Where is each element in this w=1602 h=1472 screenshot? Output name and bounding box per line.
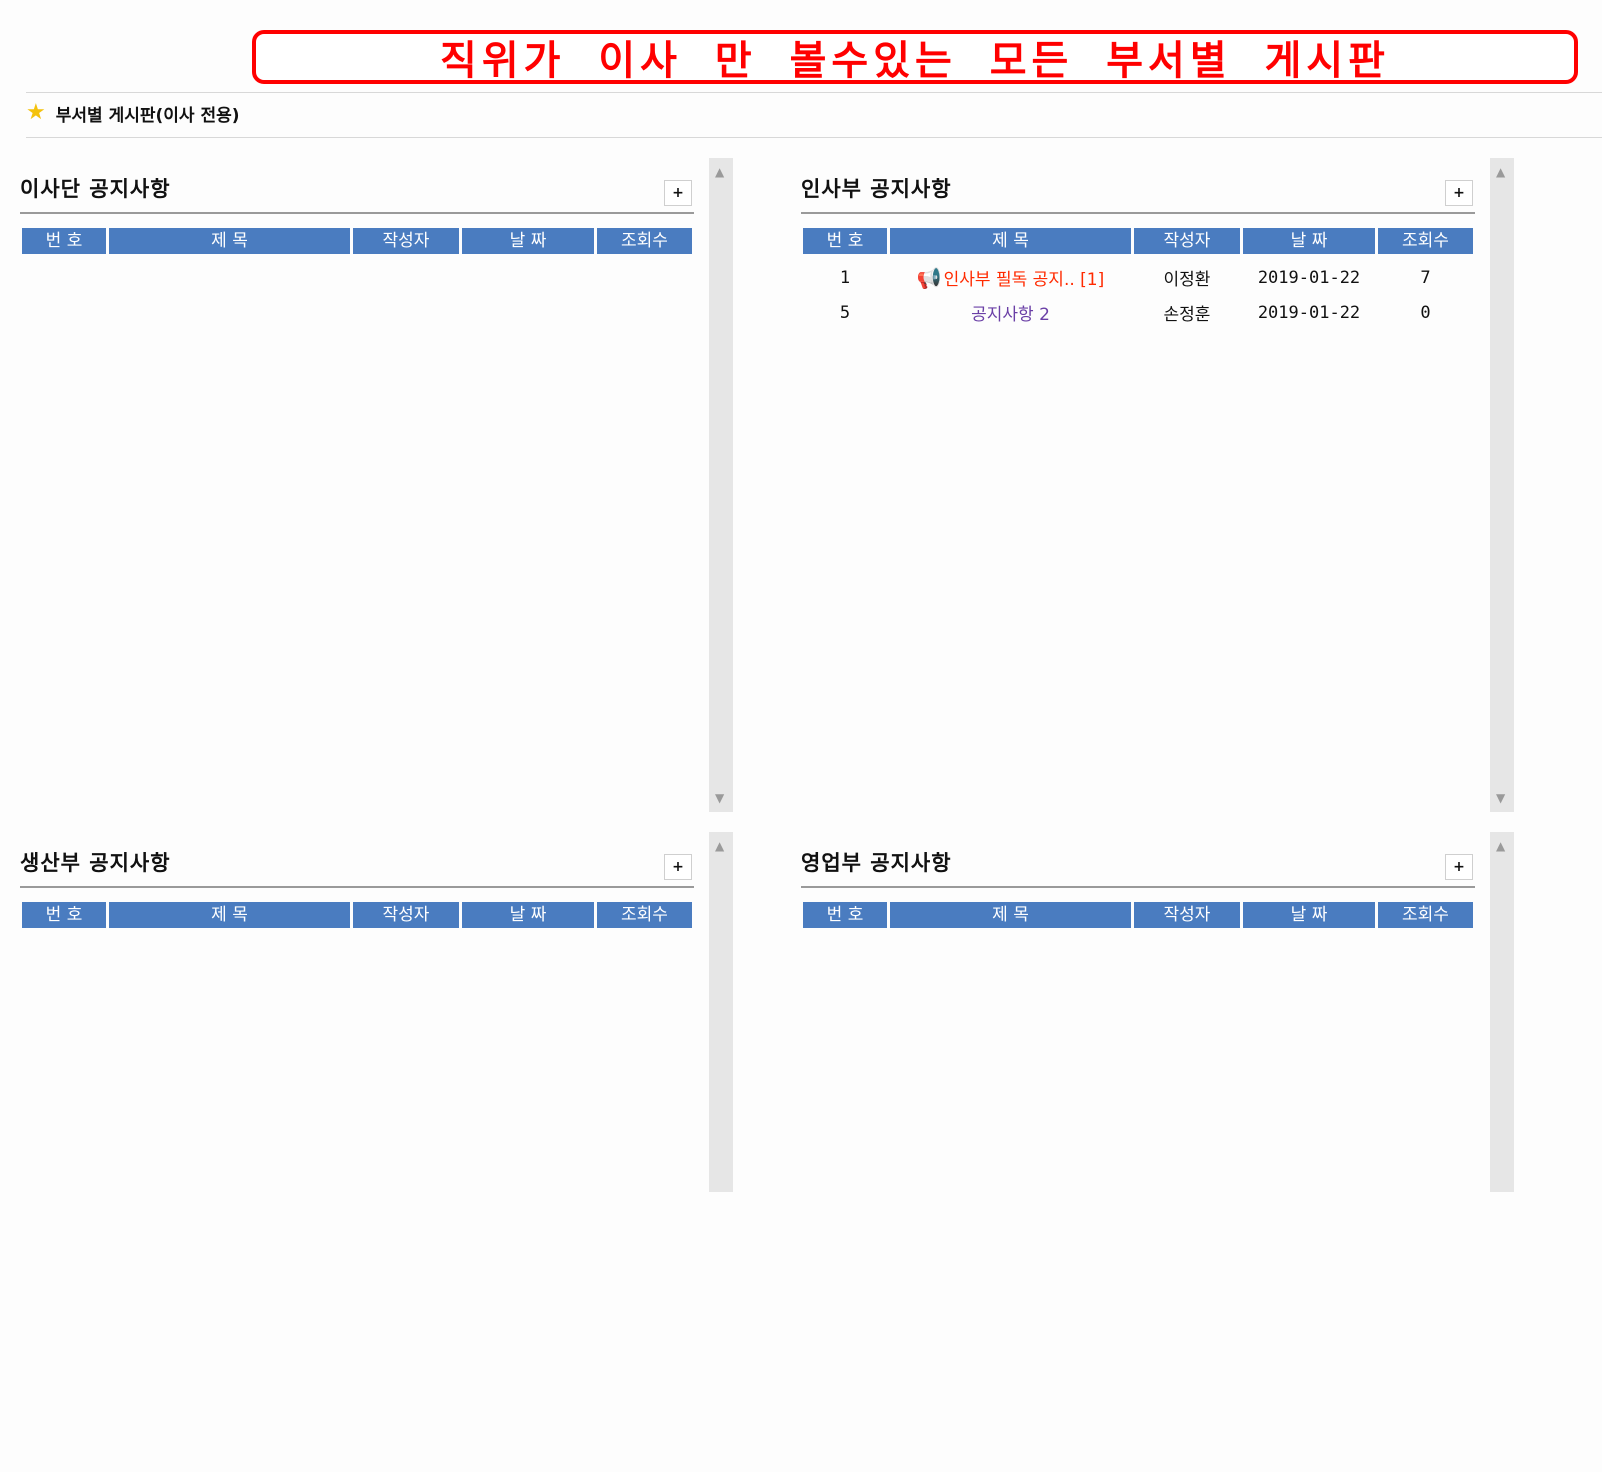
col-header-number: 번 호 xyxy=(803,902,887,928)
col-header-subject: 제 목 xyxy=(109,228,350,254)
col-header-subject: 제 목 xyxy=(890,228,1131,254)
cell-views: 0 xyxy=(1420,302,1431,323)
col-header-views: 조회수 xyxy=(1378,902,1473,928)
more-button[interactable]: + xyxy=(664,180,692,206)
table-body: 1 📢 인사부 필독 공지.. [1] 이정환 2019-01-22 7 5 공지… xyxy=(803,260,1473,330)
divider xyxy=(801,886,1475,888)
board-panel-executive: 이사단 공지사항 + 번 호 제 목 작성자 날 짜 조회수 xyxy=(20,158,694,798)
col-header-number: 번 호 xyxy=(22,228,106,254)
col-header-date: 날 짜 xyxy=(1243,902,1375,928)
cell-date: 2019-01-22 xyxy=(1257,267,1361,288)
col-header-number: 번 호 xyxy=(803,228,887,254)
col-header-author: 작성자 xyxy=(353,902,459,928)
col-header-number: 번 호 xyxy=(22,902,106,928)
table-header: 번 호 제 목 작성자 날 짜 조회수 xyxy=(22,902,692,928)
scrollbar[interactable]: ▲ xyxy=(1490,832,1514,1192)
col-header-author: 작성자 xyxy=(353,228,459,254)
board-panel-hr: 인사부 공지사항 + 번 호 제 목 작성자 날 짜 조회수 1 📢 인사부 필독… xyxy=(801,158,1475,798)
more-button[interactable]: + xyxy=(1445,180,1473,206)
arrow-down-icon[interactable]: ▼ xyxy=(715,792,724,804)
page-title: 부서별 게시판(이사 전용) xyxy=(55,105,240,126)
cell-views: 7 xyxy=(1420,267,1431,288)
cell-author: 이정환 xyxy=(1163,270,1211,290)
col-header-views: 조회수 xyxy=(1378,228,1473,254)
page-banner: 직위가 이사 만 볼수있는 모든 부서별 게시판 xyxy=(252,30,1578,84)
panel-title: 이사단 공지사항 xyxy=(20,177,171,201)
banner-text: 직위가 이사 만 볼수있는 모든 부서별 게시판 xyxy=(440,38,1390,84)
cell-subject[interactable]: 공지사항 2 xyxy=(890,300,1131,325)
panel-title: 인사부 공지사항 xyxy=(801,177,952,201)
divider xyxy=(801,212,1475,214)
scrollbar[interactable]: ▲ xyxy=(709,832,733,1192)
cell-subject[interactable]: 📢 인사부 필독 공지.. [1] xyxy=(890,265,1131,290)
arrow-up-icon[interactable]: ▲ xyxy=(715,166,724,178)
col-header-date: 날 짜 xyxy=(1243,228,1375,254)
breadcrumb: ★ 부서별 게시판(이사 전용) xyxy=(26,100,240,126)
star-icon: ★ xyxy=(26,100,46,125)
arrow-up-icon[interactable]: ▲ xyxy=(1496,166,1505,178)
megaphone-icon: 📢 xyxy=(916,266,942,290)
table-header: 번 호 제 목 작성자 날 짜 조회수 xyxy=(803,228,1473,254)
board-panel-production: 생산부 공지사항 + 번 호 제 목 작성자 날 짜 조회수 xyxy=(20,832,694,1472)
col-header-views: 조회수 xyxy=(597,228,692,254)
more-button[interactable]: + xyxy=(1445,854,1473,880)
col-header-date: 날 짜 xyxy=(462,228,594,254)
divider xyxy=(26,92,1602,93)
post-title-link[interactable]: 인사부 필독 공지.. [1] xyxy=(944,270,1105,290)
col-header-date: 날 짜 xyxy=(462,902,594,928)
table-row[interactable]: 5 공지사항 2 손정훈 2019-01-22 0 xyxy=(803,295,1473,330)
panel-title: 영업부 공지사항 xyxy=(801,851,952,875)
board-panel-sales: 영업부 공지사항 + 번 호 제 목 작성자 날 짜 조회수 xyxy=(801,832,1475,1472)
col-header-author: 작성자 xyxy=(1134,902,1240,928)
arrow-down-icon[interactable]: ▼ xyxy=(1496,792,1505,804)
table-row[interactable]: 1 📢 인사부 필독 공지.. [1] 이정환 2019-01-22 7 xyxy=(803,260,1473,295)
divider xyxy=(26,137,1602,138)
cell-date: 2019-01-22 xyxy=(1257,302,1361,323)
arrow-up-icon[interactable]: ▲ xyxy=(715,840,724,852)
divider xyxy=(20,212,694,214)
table-header: 번 호 제 목 작성자 날 짜 조회수 xyxy=(803,902,1473,928)
post-title-link[interactable]: 공지사항 2 xyxy=(971,305,1050,325)
table-header: 번 호 제 목 작성자 날 짜 조회수 xyxy=(22,228,692,254)
divider xyxy=(20,886,694,888)
col-header-subject: 제 목 xyxy=(109,902,350,928)
cell-number: 1 xyxy=(839,267,851,288)
cell-author: 손정훈 xyxy=(1163,305,1211,325)
col-header-views: 조회수 xyxy=(597,902,692,928)
scrollbar[interactable]: ▲ ▼ xyxy=(1490,158,1514,812)
col-header-subject: 제 목 xyxy=(890,902,1131,928)
more-button[interactable]: + xyxy=(664,854,692,880)
arrow-up-icon[interactable]: ▲ xyxy=(1496,840,1505,852)
col-header-author: 작성자 xyxy=(1134,228,1240,254)
scrollbar[interactable]: ▲ ▼ xyxy=(709,158,733,812)
cell-number: 5 xyxy=(839,302,851,323)
panel-title: 생산부 공지사항 xyxy=(20,851,171,875)
